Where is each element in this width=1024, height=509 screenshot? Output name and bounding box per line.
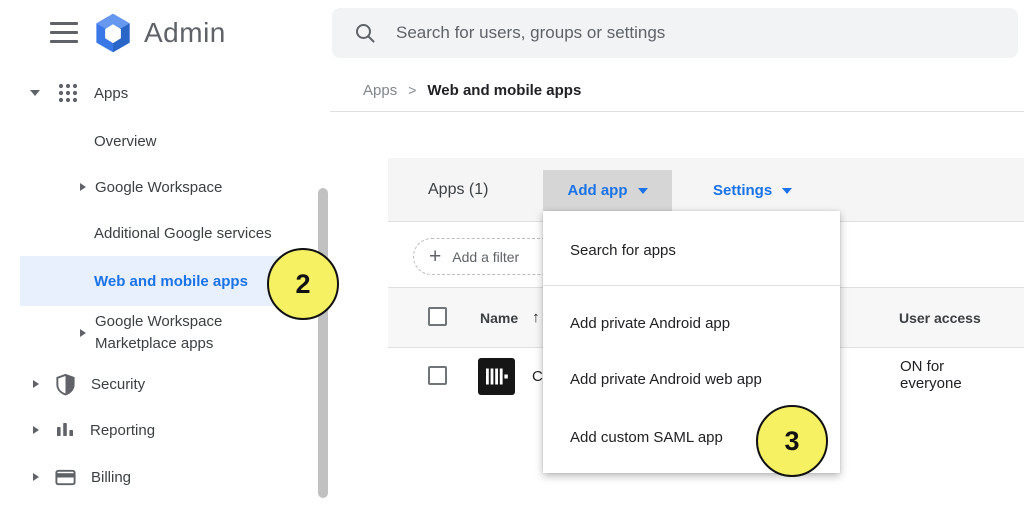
add-app-button[interactable]: Add app xyxy=(543,170,672,211)
sidebar-item-additional-google-services[interactable]: Additional Google services xyxy=(94,218,272,248)
chevron-right-icon[interactable] xyxy=(80,183,86,191)
chevron-right-icon[interactable] xyxy=(33,380,39,388)
sidebar-item-label: Google Workspace Marketplace apps xyxy=(95,311,263,355)
add-app-label: Add app xyxy=(568,182,628,199)
dropdown-arrow-icon xyxy=(638,188,648,194)
sidebar-item-label: Additional Google services xyxy=(94,225,272,242)
breadcrumb-separator: > xyxy=(408,82,416,98)
menu-item-add-private-android-web-app[interactable]: Add private Android web app xyxy=(543,359,840,399)
brand-title: Admin xyxy=(144,17,226,49)
chevron-right-icon[interactable] xyxy=(33,473,39,481)
chevron-down-icon[interactable] xyxy=(30,90,40,96)
add-filter-label: Add a filter xyxy=(452,249,519,265)
menu-item-add-private-android-app[interactable]: Add private Android app xyxy=(543,303,840,343)
sidebar-scrollbar[interactable] xyxy=(318,188,328,498)
sidebar-item-label: Overview xyxy=(94,133,157,150)
column-header-name[interactable]: Name ↑ xyxy=(480,287,540,348)
admin-hexagon-icon xyxy=(92,12,134,54)
credit-card-icon xyxy=(54,466,77,489)
admin-console-window: Admin Search for users, groups or settin… xyxy=(0,0,1024,509)
sidebar-item-label: Google Workspace xyxy=(95,179,222,196)
sidebar-item-label: Web and mobile apps xyxy=(94,273,248,290)
bar-chart-icon xyxy=(54,419,76,441)
app-logo-icon xyxy=(478,358,515,395)
annotation-step-3: 3 xyxy=(756,405,828,477)
sidebar-item-label: Security xyxy=(91,376,145,393)
sidebar-item-reporting[interactable]: Reporting xyxy=(33,415,155,445)
chevron-right-icon[interactable] xyxy=(80,329,86,337)
sidebar-item-label: Apps xyxy=(94,85,128,102)
dropdown-arrow-icon xyxy=(782,188,792,194)
sidebar-item-apps[interactable]: Apps xyxy=(30,78,128,108)
user-access-cell: ON for everyone xyxy=(900,287,1008,463)
breadcrumb-divider xyxy=(330,111,1024,112)
search-icon xyxy=(354,22,376,44)
chevron-right-icon[interactable] xyxy=(33,426,39,434)
shield-icon xyxy=(54,373,77,396)
breadcrumb: Apps > Web and mobile apps xyxy=(363,78,581,102)
sidebar-item-security[interactable]: Security xyxy=(33,369,145,399)
plus-icon: + xyxy=(429,246,441,267)
breadcrumb-apps-link[interactable]: Apps xyxy=(363,82,397,99)
apps-grid-icon xyxy=(56,81,80,105)
apps-count-title: Apps (1) xyxy=(428,158,488,222)
select-all-checkbox[interactable] xyxy=(428,307,447,326)
sort-ascending-icon[interactable]: ↑ xyxy=(532,309,540,326)
sidebar-item-billing[interactable]: Billing xyxy=(33,462,131,492)
hamburger-menu-icon[interactable] xyxy=(50,22,78,43)
menu-item-search-for-apps[interactable]: Search for apps xyxy=(543,230,840,270)
menu-divider xyxy=(543,285,840,286)
breadcrumb-current: Web and mobile apps xyxy=(427,82,581,99)
search-input[interactable]: Search for users, groups or settings xyxy=(332,8,1018,58)
brand-logo[interactable]: Admin xyxy=(92,12,226,54)
app-name-cell[interactable]: C xyxy=(532,368,543,385)
sidebar-item-label: Reporting xyxy=(90,422,155,439)
sidebar-item-google-workspace[interactable]: Google Workspace xyxy=(80,172,222,202)
settings-button[interactable]: Settings xyxy=(700,170,805,211)
row-checkbox[interactable] xyxy=(428,366,447,385)
sidebar-item-label: Billing xyxy=(91,469,131,486)
annotation-step-2: 2 xyxy=(267,248,339,320)
sidebar-item-marketplace-apps[interactable]: Google Workspace Marketplace apps xyxy=(80,310,263,356)
search-placeholder: Search for users, groups or settings xyxy=(396,23,665,43)
settings-label: Settings xyxy=(713,182,772,199)
sidebar-item-overview[interactable]: Overview xyxy=(94,126,157,156)
